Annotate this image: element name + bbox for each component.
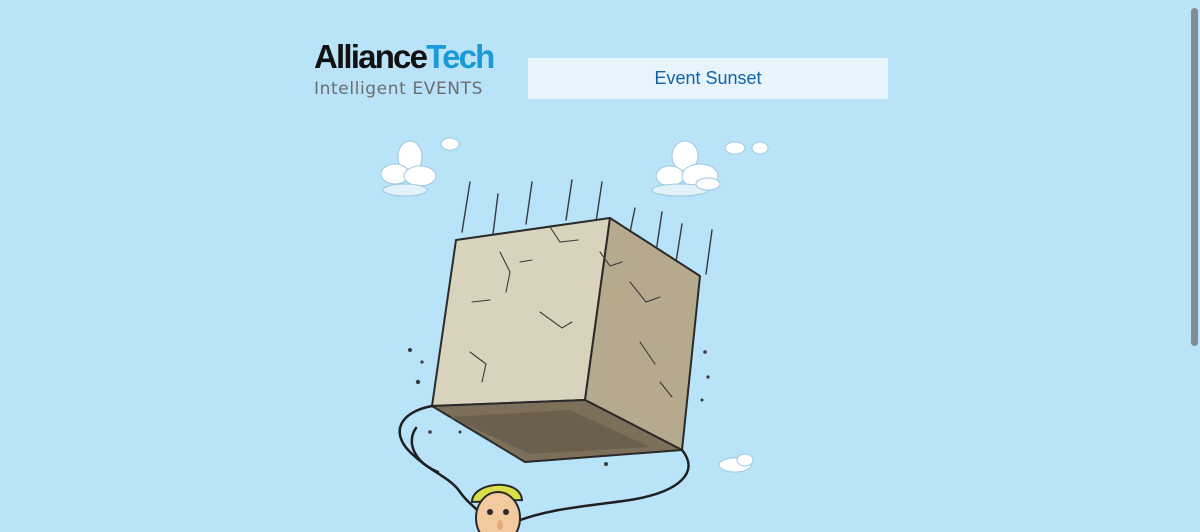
page-title-banner: Event Sunset [528, 58, 888, 99]
logo-tagline: Intelligent EVENTS [314, 79, 483, 99]
logo-alliance-text: Alliance [314, 38, 428, 75]
stone-block [431, 217, 701, 463]
scrollbar-thumb[interactable] [1191, 8, 1198, 346]
page-title: Event Sunset [654, 68, 762, 88]
cloud-icon [651, 140, 769, 197]
logo-tech-text: Tech [426, 38, 495, 75]
cloud-icon [380, 137, 460, 197]
alliancetech-logo[interactable]: AllianceTech Intelligent EVENTS [314, 38, 495, 101]
falling-block-illustration [380, 137, 769, 532]
page: AllianceTech Intelligent EVENTS Event Su… [0, 0, 1200, 532]
logo-wordmark: AllianceTech [314, 38, 495, 76]
vertical-scrollbar[interactable] [1188, 0, 1200, 532]
cloud-icon [718, 453, 754, 473]
